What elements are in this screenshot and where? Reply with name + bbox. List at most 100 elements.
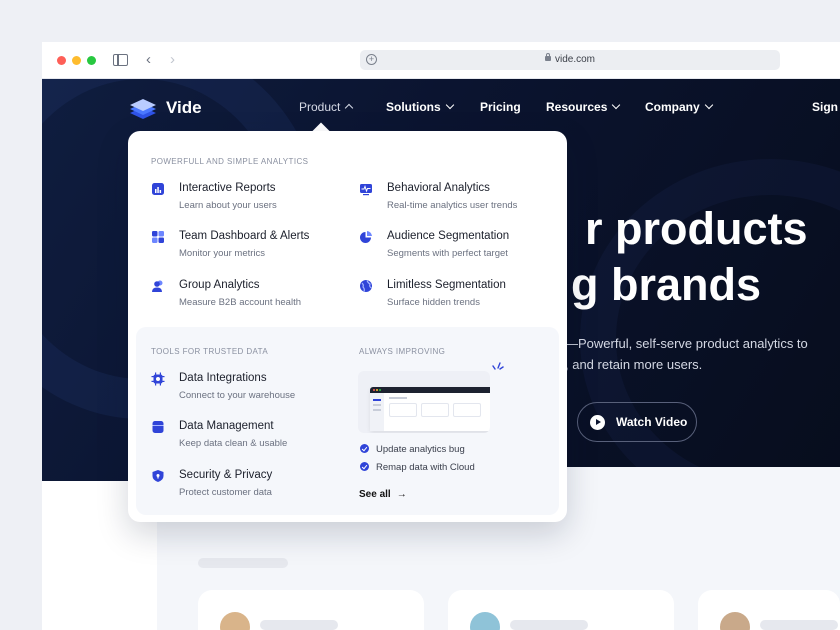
nav-product-label: Product xyxy=(299,100,341,114)
hero-subtitle: —Powerful, self-serve product analytics … xyxy=(565,333,840,375)
lock-icon xyxy=(544,53,551,61)
menu-item-desc: Keep data clean & usable xyxy=(179,438,288,449)
shield-icon xyxy=(152,470,164,482)
menu-item-desc: Measure B2B account health xyxy=(179,297,301,308)
users-icon xyxy=(152,280,163,292)
menu-item-title: Group Analytics xyxy=(179,279,260,291)
preview-card xyxy=(421,403,449,417)
nav-solutions[interactable]: Solutions xyxy=(386,100,454,114)
menu-item-desc: Monitor your metrics xyxy=(179,248,266,259)
preview-heading xyxy=(389,397,407,399)
menu-item-behavioral-analytics[interactable]: Behavioral Analytics Real-time analytics… xyxy=(359,182,559,218)
update-item: Remap data with Cloud xyxy=(360,461,475,473)
preview-dot xyxy=(376,389,378,391)
play-icon xyxy=(590,415,605,430)
menu-item-interactive-reports[interactable]: Interactive Reports Learn about your use… xyxy=(151,182,351,218)
menu-item-title: Interactive Reports xyxy=(179,182,276,194)
zoom-window-button[interactable] xyxy=(87,56,96,65)
skeleton-line xyxy=(510,620,588,630)
hero-headline-line2: g brands xyxy=(571,259,762,310)
menu-item-desc: Learn about your users xyxy=(179,200,277,211)
update-item-label: Update analytics bug xyxy=(376,444,465,455)
skeleton-line xyxy=(260,620,338,630)
menu-item-desc: Real-time analytics user trends xyxy=(387,200,518,211)
hero-subtitle-line2: , and retain more users. xyxy=(565,357,703,372)
preview-nav xyxy=(373,409,381,411)
menu-item-title: Team Dashboard & Alerts xyxy=(179,230,310,242)
url-text: vide.com xyxy=(360,50,780,70)
tools-section-title: TOOLS FOR TRUSTED DATA xyxy=(151,347,269,356)
nav-resources[interactable]: Resources xyxy=(546,100,621,114)
nav-sign-in[interactable]: Sign xyxy=(812,100,838,114)
menu-item-audience-segmentation[interactable]: Audience Segmentation Segments with perf… xyxy=(359,230,559,266)
minimize-window-button[interactable] xyxy=(72,56,81,65)
nav-product[interactable]: Product xyxy=(299,100,354,114)
see-all-label: See all xyxy=(359,489,391,500)
menu-item-data-management[interactable]: Data Management Keep data clean & usable xyxy=(151,420,351,456)
hero-headline: r products g brands xyxy=(565,201,808,313)
nav-pricing-label: Pricing xyxy=(480,100,521,114)
vide-logo-icon[interactable] xyxy=(129,98,157,120)
analytics-section-title: POWERFULL AND SIMPLE ANALYTICS xyxy=(151,157,309,166)
grid-icon xyxy=(152,231,164,243)
check-circle-icon xyxy=(360,444,369,453)
nav-company-label: Company xyxy=(645,100,700,114)
arrow-right-icon: → xyxy=(396,489,407,500)
menu-item-security-privacy[interactable]: Security & Privacy Protect customer data xyxy=(151,469,351,505)
hero-headline-line1: r products xyxy=(585,203,808,254)
close-window-button[interactable] xyxy=(57,56,66,65)
chip-icon xyxy=(151,372,165,386)
menu-item-desc: Connect to your warehouse xyxy=(179,390,296,401)
hero-subtitle-line1: —Powerful, self-serve product analytics … xyxy=(565,336,808,351)
globe-icon xyxy=(360,280,372,292)
preview-dot xyxy=(373,389,375,391)
testimonial-card xyxy=(698,590,840,630)
menu-item-group-analytics[interactable]: Group Analytics Measure B2B account heal… xyxy=(151,279,351,315)
menu-item-desc: Protect customer data xyxy=(179,487,272,498)
chevron-up-icon xyxy=(345,103,354,113)
menu-item-data-integrations[interactable]: Data Integrations Connect to your wareho… xyxy=(151,372,351,408)
menu-item-title: Data Integrations xyxy=(179,372,267,384)
avatar xyxy=(470,612,500,630)
testimonial-card xyxy=(448,590,674,630)
forward-arrow-icon[interactable]: › xyxy=(170,52,175,67)
sparkle-icon xyxy=(492,362,504,370)
check-circle-icon xyxy=(360,462,369,471)
menu-item-title: Audience Segmentation xyxy=(387,230,510,242)
brand-name[interactable]: Vide xyxy=(166,98,202,118)
menu-item-limitless-segmentation[interactable]: Limitless Segmentation Surface hidden tr… xyxy=(359,279,559,315)
chevron-down-icon xyxy=(612,100,621,110)
nav-company[interactable]: Company xyxy=(645,100,713,114)
see-all-link[interactable]: See all → xyxy=(359,489,407,500)
preview-window xyxy=(370,387,490,431)
avatar xyxy=(720,612,750,630)
address-bar[interactable]: + vide.com xyxy=(360,50,780,70)
product-dropdown-menu: POWERFULL AND SIMPLE ANALYTICS Interacti… xyxy=(128,131,567,522)
browser-toolbar: ‹ › + vide.com xyxy=(42,42,840,79)
menu-item-title: Data Management xyxy=(179,420,274,432)
bar-chart-icon xyxy=(152,183,164,195)
pulse-icon xyxy=(360,184,372,196)
database-icon xyxy=(152,421,164,433)
chevron-down-icon xyxy=(445,100,454,110)
nav-pricing[interactable]: Pricing xyxy=(480,100,521,114)
preview-nav xyxy=(373,404,381,406)
url-value: vide.com xyxy=(554,54,595,65)
improving-section-title: ALWAYS IMPROVING xyxy=(359,347,446,356)
menu-item-title: Behavioral Analytics xyxy=(387,182,490,194)
skeleton-line xyxy=(760,620,838,630)
pie-chart-icon xyxy=(360,231,372,243)
preview-dot xyxy=(379,389,381,391)
preview-nav xyxy=(373,399,381,401)
menu-item-team-dashboard[interactable]: Team Dashboard & Alerts Monitor your met… xyxy=(151,230,351,266)
sidebar-toggle-icon[interactable] xyxy=(113,54,128,66)
back-arrow-icon[interactable]: ‹ xyxy=(146,52,151,67)
watch-video-label: Watch Video xyxy=(616,415,688,429)
nav-resources-label: Resources xyxy=(546,100,608,114)
update-item: Update analytics bug xyxy=(360,443,465,455)
chevron-down-icon xyxy=(704,100,713,110)
skeleton-line xyxy=(198,558,288,568)
menu-item-title: Limitless Segmentation xyxy=(387,279,506,291)
update-preview-image[interactable] xyxy=(358,371,490,433)
watch-video-button[interactable]: Watch Video xyxy=(577,402,697,442)
